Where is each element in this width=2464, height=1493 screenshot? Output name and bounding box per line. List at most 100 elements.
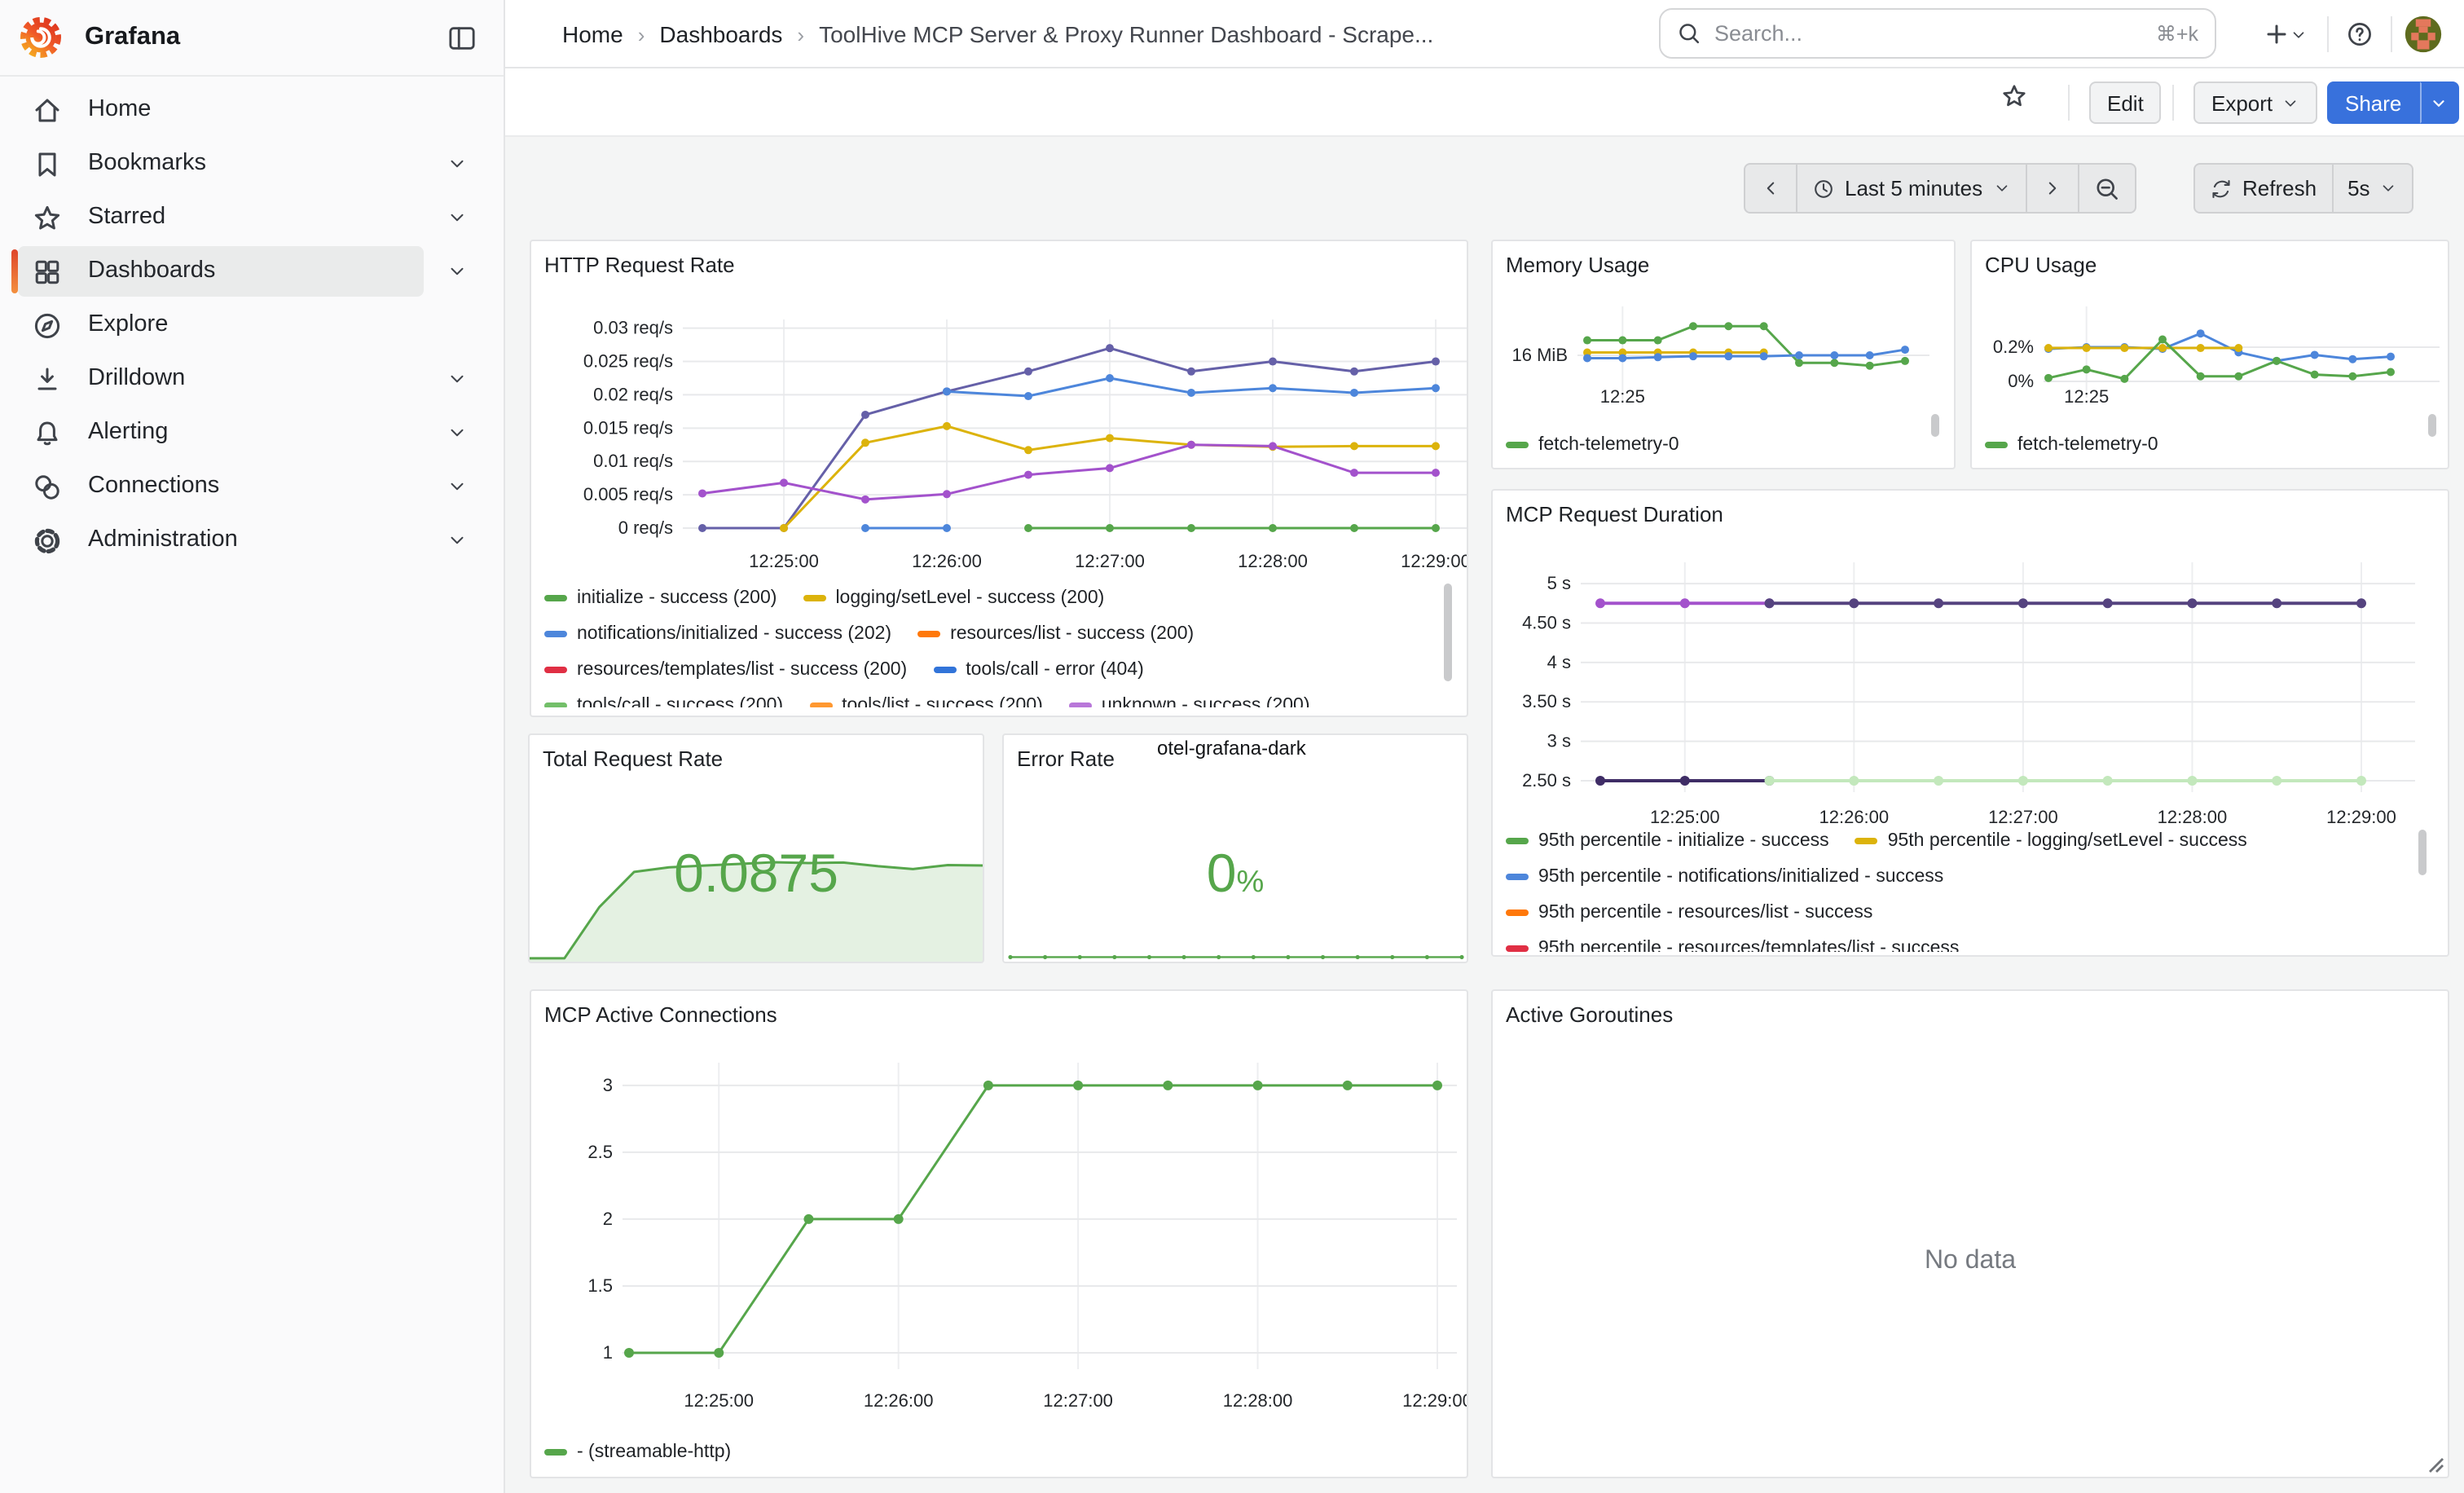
legend-item[interactable]: tools/list - success (200)	[809, 696, 1043, 707]
chevron-down-icon[interactable]	[447, 530, 468, 551]
edit-button[interactable]: Edit	[2089, 81, 2162, 124]
brand-title: Grafana	[85, 23, 180, 52]
add-button[interactable]	[2252, 13, 2317, 55]
svg-text:0.025 req/s: 0.025 req/s	[583, 351, 673, 372]
mcp-active-connections-chart[interactable]: 32.521.5112:25:0012:26:0012:27:0012:28:0…	[531, 991, 1468, 1428]
chevron-left-icon	[1760, 178, 1781, 199]
duration-legend: 95th percentile - initialize - success 9…	[1506, 823, 2405, 952]
toolbar-divider	[2068, 85, 2070, 121]
compass-icon	[31, 309, 64, 341]
svg-text:0 req/s: 0 req/s	[618, 517, 673, 538]
svg-text:3: 3	[603, 1075, 613, 1095]
chevron-down-icon[interactable]	[447, 207, 468, 228]
memory-usage-chart[interactable]: 16 MiB12:25	[1493, 241, 1956, 424]
chevron-down-icon[interactable]	[447, 261, 468, 282]
svg-text:12:25: 12:25	[1600, 386, 1645, 407]
sidebar-item-explore[interactable]: Explore	[0, 298, 505, 352]
legend-scrollbar[interactable]	[1444, 584, 1452, 681]
legend-item[interactable]: notifications/initialized - success (202…	[544, 624, 891, 644]
share-button[interactable]: Share	[2327, 81, 2419, 124]
legend-item[interactable]: 95th percentile - resources/templates/li…	[1506, 939, 1959, 952]
topbar-divider	[2391, 16, 2392, 52]
legend-item[interactable]: resources/templates/list - success (200)	[544, 660, 907, 680]
breadcrumb-dashboards[interactable]: Dashboards	[659, 21, 782, 47]
legend-item[interactable]: 95th percentile - resources/list - succe…	[1506, 903, 1872, 923]
svg-text:12:25:00: 12:25:00	[684, 1390, 754, 1411]
legend-item[interactable]: unknown - success (200)	[1069, 696, 1310, 707]
dashboard-toolbar: Edit Export Share	[505, 68, 2464, 137]
sidebar-item-home[interactable]: Home	[0, 83, 505, 137]
panel-total-request-rate: Total Request Rate 0.0875	[528, 733, 984, 963]
time-back-button[interactable]	[1745, 165, 1797, 212]
chevron-down-icon[interactable]	[447, 368, 468, 390]
sidebar-item-bookmarks[interactable]: Bookmarks	[0, 137, 505, 191]
refresh-button[interactable]: Refresh	[2195, 165, 2333, 212]
svg-text:12:26:00: 12:26:00	[912, 551, 982, 571]
active-item-indicator	[11, 249, 18, 293]
mcp-request-duration-chart[interactable]: 5 s4.50 s4 s3.50 s3 s2.50 s12:25:0012:26…	[1493, 491, 2449, 843]
no-data-message: No data	[1493, 1247, 2448, 1276]
refresh-controls: Refresh 5s	[2193, 163, 2414, 214]
breadcrumb-separator-icon: ›	[638, 22, 645, 46]
panel-error-rate: Error Rate 0%	[1002, 733, 1468, 963]
cpu-usage-chart[interactable]: 0.2%0%12:25	[1972, 241, 2449, 424]
legend-item[interactable]: 95th percentile - notifications/initiali…	[1506, 867, 1943, 887]
dock-sidebar-icon[interactable]	[447, 24, 477, 52]
breadcrumb-home[interactable]: Home	[562, 21, 623, 47]
svg-text:12:29:00: 12:29:00	[1402, 1390, 1468, 1411]
legend-item[interactable]: fetch-telemetry-0	[1506, 435, 1679, 455]
top-bar: Home › Dashboards › ToolHive MCP Server …	[505, 0, 2464, 68]
legend-scrollbar[interactable]	[2418, 830, 2427, 875]
connections-legend: - (streamable-http)	[544, 1434, 1444, 1473]
legend-item[interactable]: tools/call - error (404)	[933, 660, 1144, 680]
user-avatar[interactable]	[2402, 13, 2444, 55]
panel-resize-handle[interactable]	[2428, 1457, 2444, 1473]
chevron-down-icon	[2289, 25, 2307, 43]
sidebar-item-drilldown[interactable]: Drilldown	[0, 352, 505, 406]
legend-scrollbar[interactable]	[1931, 414, 1939, 437]
sidebar-item-administration[interactable]: Administration	[0, 513, 505, 567]
chevron-down-icon	[2430, 94, 2448, 112]
star-icon	[31, 201, 64, 234]
svg-text:3.50 s: 3.50 s	[1522, 691, 1571, 711]
chevron-down-icon[interactable]	[447, 422, 468, 443]
search-input[interactable]: Search... ⌘+k	[1659, 8, 2216, 59]
sidebar-item-dashboards[interactable]: Dashboards	[0, 244, 505, 298]
help-button[interactable]	[2339, 13, 2381, 55]
breadcrumb: Home › Dashboards › ToolHive MCP Server …	[562, 0, 1433, 68]
legend-item[interactable]: 95th percentile - logging/setLevel - suc…	[1855, 831, 2247, 851]
legend-item[interactable]: - (streamable-http)	[544, 1442, 731, 1462]
grafana-logo-icon[interactable]	[20, 16, 62, 59]
sidebar-item-alerting[interactable]: Alerting	[0, 406, 505, 460]
legend-item[interactable]: tools/call - success (200)	[544, 696, 783, 707]
legend-item[interactable]: 95th percentile - initialize - success	[1506, 831, 1829, 851]
svg-text:2.50 s: 2.50 s	[1522, 770, 1571, 791]
svg-text:12:28:00: 12:28:00	[1223, 1390, 1293, 1411]
breadcrumb-separator-icon: ›	[797, 22, 804, 46]
time-range-picker[interactable]: Last 5 minutes	[1797, 165, 2026, 212]
svg-text:0.01 req/s: 0.01 req/s	[593, 451, 673, 471]
panel-title[interactable]: Active Goroutines	[1506, 1002, 1673, 1027]
grafana-app: Home › Dashboards › ToolHive MCP Server …	[0, 0, 2464, 1493]
legend-item[interactable]: logging/setLevel - success (200)	[803, 588, 1104, 608]
http-request-rate-chart[interactable]: 0.03 req/s0.025 req/s0.02 req/s0.015 req…	[531, 241, 1468, 616]
svg-text:0.02 req/s: 0.02 req/s	[593, 384, 673, 404]
sidebar-item-starred[interactable]: Starred	[0, 191, 505, 244]
legend-item[interactable]: resources/list - success (200)	[917, 624, 1194, 644]
legend-item[interactable]: fetch-telemetry-0	[1985, 435, 2158, 455]
share-dropdown-button[interactable]	[2419, 81, 2458, 124]
stat-value: 0.0875	[530, 843, 983, 905]
zoom-out-icon	[2093, 175, 2119, 201]
plus-icon	[2263, 21, 2289, 47]
favorite-button[interactable]	[2000, 81, 2029, 111]
export-button[interactable]: Export	[2193, 81, 2317, 124]
time-forward-button[interactable]	[2026, 165, 2079, 212]
legend-item[interactable]: initialize - success (200)	[544, 588, 777, 608]
zoom-out-button[interactable]	[2079, 165, 2134, 212]
sidebar-item-connections[interactable]: Connections	[0, 460, 505, 513]
chevron-down-icon[interactable]	[447, 153, 468, 174]
legend-scrollbar[interactable]	[2428, 414, 2436, 437]
refresh-interval-button[interactable]: 5s	[2333, 165, 2412, 212]
svg-text:0.03 req/s: 0.03 req/s	[593, 318, 673, 338]
chevron-down-icon[interactable]	[447, 476, 468, 497]
